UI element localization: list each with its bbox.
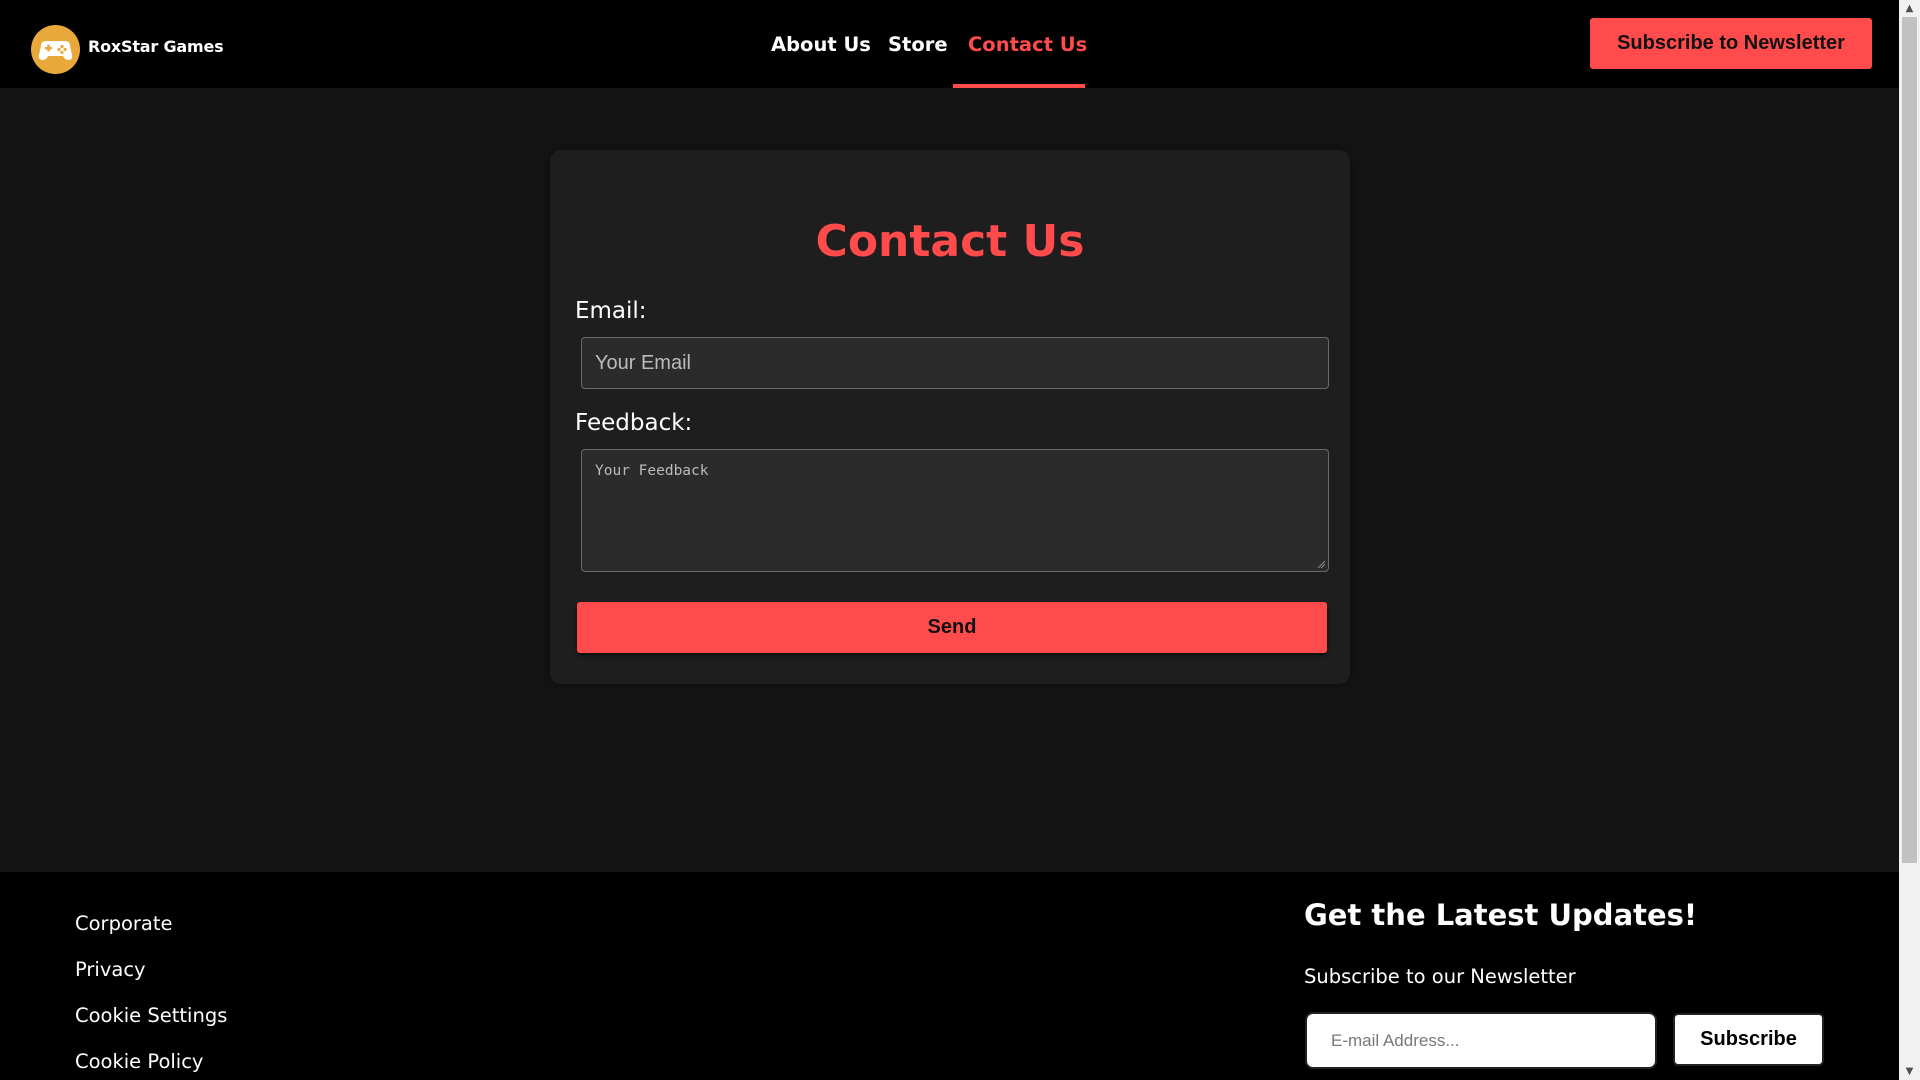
- newsletter-heading: Get the Latest Updates!: [1304, 898, 1698, 932]
- email-label: Email:: [575, 298, 647, 324]
- nav-about-us[interactable]: About Us: [771, 33, 871, 56]
- nav-contact-us[interactable]: Contact Us: [968, 33, 1087, 56]
- active-nav-indicator: [953, 84, 1085, 88]
- footer-link-cookie-settings[interactable]: Cookie Settings: [75, 1004, 227, 1027]
- footer-link-privacy[interactable]: Privacy: [75, 958, 146, 981]
- footer-link-corporate[interactable]: Corporate: [75, 912, 172, 935]
- contact-form-card: Contact Us Email: Your Email Feedback: Y…: [550, 150, 1350, 684]
- subscribe-newsletter-button[interactable]: Subscribe to Newsletter: [1590, 18, 1872, 69]
- resize-handle-icon[interactable]: [1317, 560, 1325, 568]
- newsletter-email-field[interactable]: E-mail Address...: [1305, 1012, 1657, 1069]
- site-footer: Corporate Privacy Cookie Settings Cookie…: [0, 872, 1899, 1080]
- feedback-placeholder: Your Feedback: [595, 463, 709, 479]
- footer-link-cookie-policy[interactable]: Cookie Policy: [75, 1050, 203, 1073]
- vertical-scrollbar[interactable]: ▲ ▼: [1899, 0, 1920, 1080]
- page-title: Contact Us: [815, 216, 1085, 267]
- scroll-down-arrow-icon[interactable]: ▼: [1899, 1063, 1920, 1080]
- browser-viewport: RoxStar Games About Us Store Contact Us …: [0, 0, 1920, 1080]
- newsletter-subscribe-button[interactable]: Subscribe: [1673, 1013, 1824, 1066]
- scrollbar-thumb[interactable]: [1902, 17, 1917, 863]
- newsletter-subheading: Subscribe to our Newsletter: [1304, 965, 1576, 988]
- feedback-label: Feedback:: [575, 410, 693, 436]
- page: RoxStar Games About Us Store Contact Us …: [0, 0, 1899, 1080]
- gamepad-icon[interactable]: [31, 25, 80, 74]
- gamepad-icon-graphic: [38, 41, 73, 60]
- brand-name[interactable]: RoxStar Games: [88, 37, 224, 56]
- newsletter-email-placeholder: E-mail Address...: [1331, 1031, 1460, 1050]
- site-header: RoxStar Games About Us Store Contact Us …: [0, 0, 1899, 88]
- feedback-textarea[interactable]: Your Feedback: [581, 449, 1329, 572]
- email-field[interactable]: Your Email: [581, 337, 1329, 389]
- email-placeholder: Your Email: [595, 352, 691, 374]
- send-button[interactable]: Send: [577, 602, 1327, 653]
- scroll-up-arrow-icon[interactable]: ▲: [1899, 0, 1920, 17]
- nav-store[interactable]: Store: [888, 33, 948, 56]
